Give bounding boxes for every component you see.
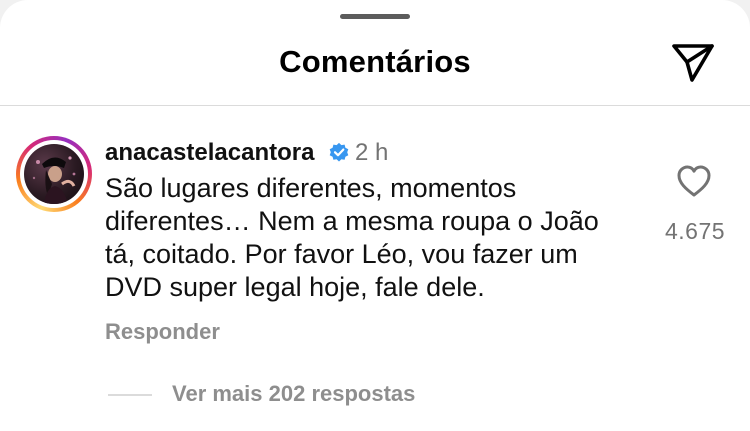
like-count: 4.675 (664, 218, 726, 244)
comments-sheet: Comentários anacastelacantora 2 h São lu… (0, 0, 750, 431)
comment-username[interactable]: anacastelacantora (105, 139, 314, 167)
heart-outline-icon (677, 165, 711, 197)
paper-plane-icon (672, 44, 714, 82)
avatar-image (24, 144, 84, 204)
replies-divider-line (108, 394, 152, 396)
comment-timestamp: 2 h (355, 139, 389, 166)
comment-text: São lugares diferentes, momentos diferen… (105, 173, 599, 302)
reply-button[interactable]: Responder (105, 319, 220, 345)
like-button[interactable] (676, 164, 712, 198)
share-button[interactable] (668, 40, 718, 86)
view-more-replies-button[interactable]: Ver mais 202 respostas (172, 381, 415, 407)
drag-handle[interactable] (340, 14, 410, 19)
avatar-photo-icon (32, 156, 76, 204)
page-title: Comentários (279, 44, 471, 79)
verified-badge-icon (328, 141, 350, 163)
header-divider (0, 105, 750, 106)
avatar[interactable] (16, 136, 92, 212)
